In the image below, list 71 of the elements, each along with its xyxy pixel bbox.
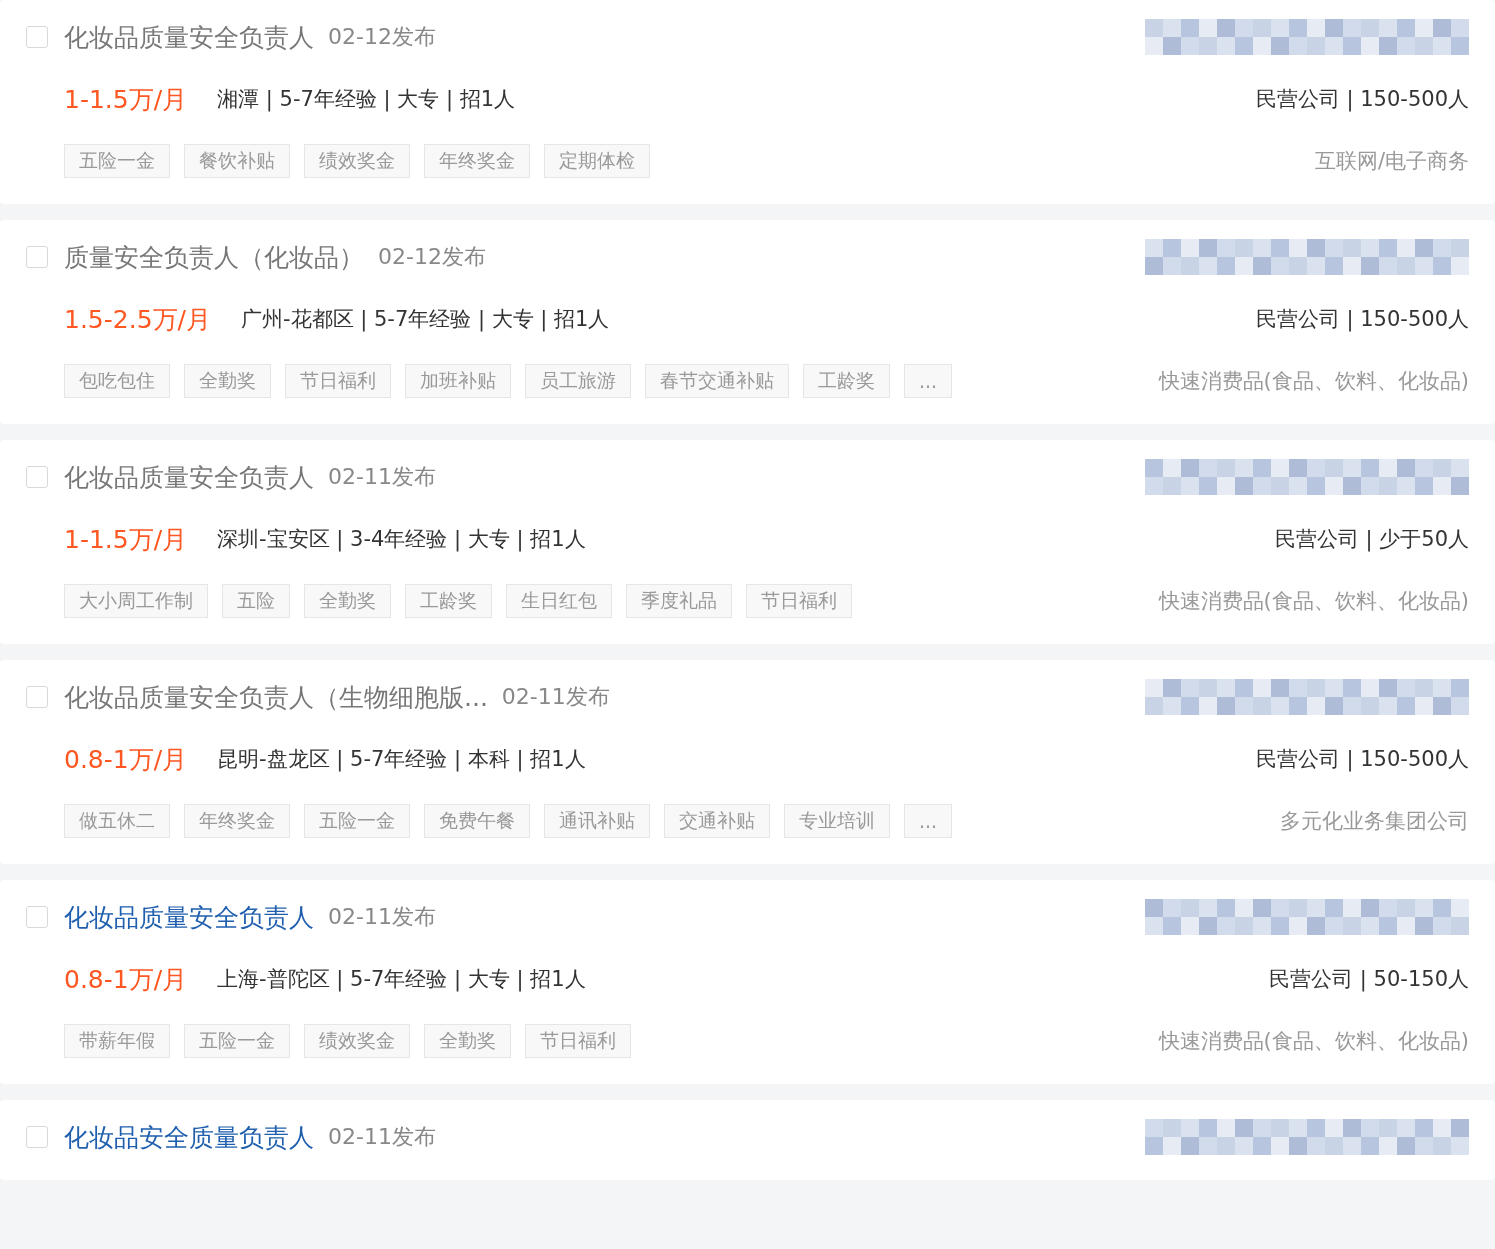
job-title-link[interactable]: 化妆品质量安全负责人	[64, 460, 314, 494]
job-details: 深圳-宝安区 | 3-4年经验 | 大专 | 招1人	[217, 526, 586, 553]
salary: 0.8-1万/月	[64, 743, 188, 776]
benefit-tag: 五险	[222, 584, 290, 618]
checkbox[interactable]	[26, 466, 48, 488]
benefit-tag: 全勤奖	[184, 364, 271, 398]
benefit-tag: 全勤奖	[424, 1024, 511, 1058]
post-date: 02-11发布	[328, 903, 436, 931]
job-details: 湘潭 | 5-7年经验 | 大专 | 招1人	[217, 86, 516, 113]
post-date: 02-11发布	[328, 463, 436, 491]
post-date: 02-11发布	[501, 683, 610, 711]
benefit-tag: 节日福利	[746, 584, 852, 618]
benefit-tag: 大小周工作制	[64, 584, 208, 618]
benefit-tag: 免费午餐	[424, 804, 530, 838]
job-details: 上海-普陀区 | 5-7年经验 | 大专 | 招1人	[217, 966, 586, 993]
checkbox[interactable]	[26, 1126, 48, 1148]
benefit-tag: ...	[904, 364, 953, 398]
job-details: 昆明-盘龙区 | 5-7年经验 | 本科 | 招1人	[217, 746, 586, 773]
benefit-tag: 通讯补贴	[544, 804, 650, 838]
industry: 快速消费品(食品、饮料、化妆品)	[1158, 1028, 1469, 1055]
benefit-tag: 春节交通补贴	[645, 364, 789, 398]
benefit-tag: 做五休二	[64, 804, 170, 838]
benefit-tag: 工龄奖	[405, 584, 492, 618]
benefit-tag: 包吃包住	[64, 364, 170, 398]
salary: 1.5-2.5万/月	[64, 303, 211, 336]
company-info: 民营公司 | 150-500人	[1255, 746, 1469, 773]
checkbox[interactable]	[26, 906, 48, 928]
job-title-link[interactable]: 质量安全负责人（化妆品）	[64, 240, 364, 274]
job-title-link[interactable]: 化妆品质量安全负责人（生物细胞版...	[64, 680, 488, 714]
company-info: 民营公司 | 150-500人	[1255, 86, 1469, 113]
benefit-tag: 全勤奖	[304, 584, 391, 618]
job-title-link[interactable]: 化妆品质量安全负责人	[64, 20, 314, 54]
benefit-tag: 交通补贴	[664, 804, 770, 838]
company-info: 民营公司 | 50-150人	[1269, 966, 1469, 993]
benefit-tag: 五险一金	[184, 1024, 290, 1058]
post-date: 02-11发布	[328, 1123, 436, 1151]
benefit-tag: 员工旅游	[525, 364, 631, 398]
benefit-tag: 绩效奖金	[304, 1024, 410, 1058]
salary: 1-1.5万/月	[64, 523, 188, 556]
benefit-tag: 季度礼品	[626, 584, 732, 618]
benefit-tag: 五险一金	[64, 144, 170, 178]
salary: 0.8-1万/月	[64, 963, 188, 996]
company-info: 民营公司 | 150-500人	[1255, 306, 1469, 333]
job-title-link[interactable]: 化妆品质量安全负责人	[64, 900, 314, 934]
benefit-tag: 加班补贴	[405, 364, 511, 398]
checkbox[interactable]	[26, 26, 48, 48]
benefit-tag: ...	[904, 804, 953, 838]
benefit-tag: 年终奖金	[184, 804, 290, 838]
benefit-tag: 专业培训	[784, 804, 890, 838]
benefit-tag: 工龄奖	[803, 364, 890, 398]
benefit-tag: 节日福利	[285, 364, 391, 398]
industry: 多元化业务集团公司	[1280, 808, 1469, 835]
benefit-tag: 五险一金	[304, 804, 410, 838]
post-date: 02-12发布	[328, 23, 436, 51]
benefit-tag: 节日福利	[525, 1024, 631, 1058]
industry: 互联网/电子商务	[1314, 148, 1469, 175]
industry: 快速消费品(食品、饮料、化妆品)	[1158, 368, 1469, 395]
benefit-tag: 带薪年假	[64, 1024, 170, 1058]
benefit-tag: 绩效奖金	[304, 144, 410, 178]
industry: 快速消费品(食品、饮料、化妆品)	[1158, 588, 1469, 615]
benefit-tag: 年终奖金	[424, 144, 530, 178]
checkbox[interactable]	[26, 246, 48, 268]
job-details: 广州-花都区 | 5-7年经验 | 大专 | 招1人	[240, 306, 610, 333]
job-title-link[interactable]: 化妆品安全质量负责人	[64, 1120, 314, 1154]
post-date: 02-12发布	[378, 243, 486, 271]
benefit-tag: 定期体检	[544, 144, 650, 178]
salary: 1-1.5万/月	[64, 83, 188, 116]
company-info: 民营公司 | 少于50人	[1274, 526, 1469, 553]
benefit-tag: 餐饮补贴	[184, 144, 290, 178]
checkbox[interactable]	[26, 686, 48, 708]
benefit-tag: 生日红包	[506, 584, 612, 618]
